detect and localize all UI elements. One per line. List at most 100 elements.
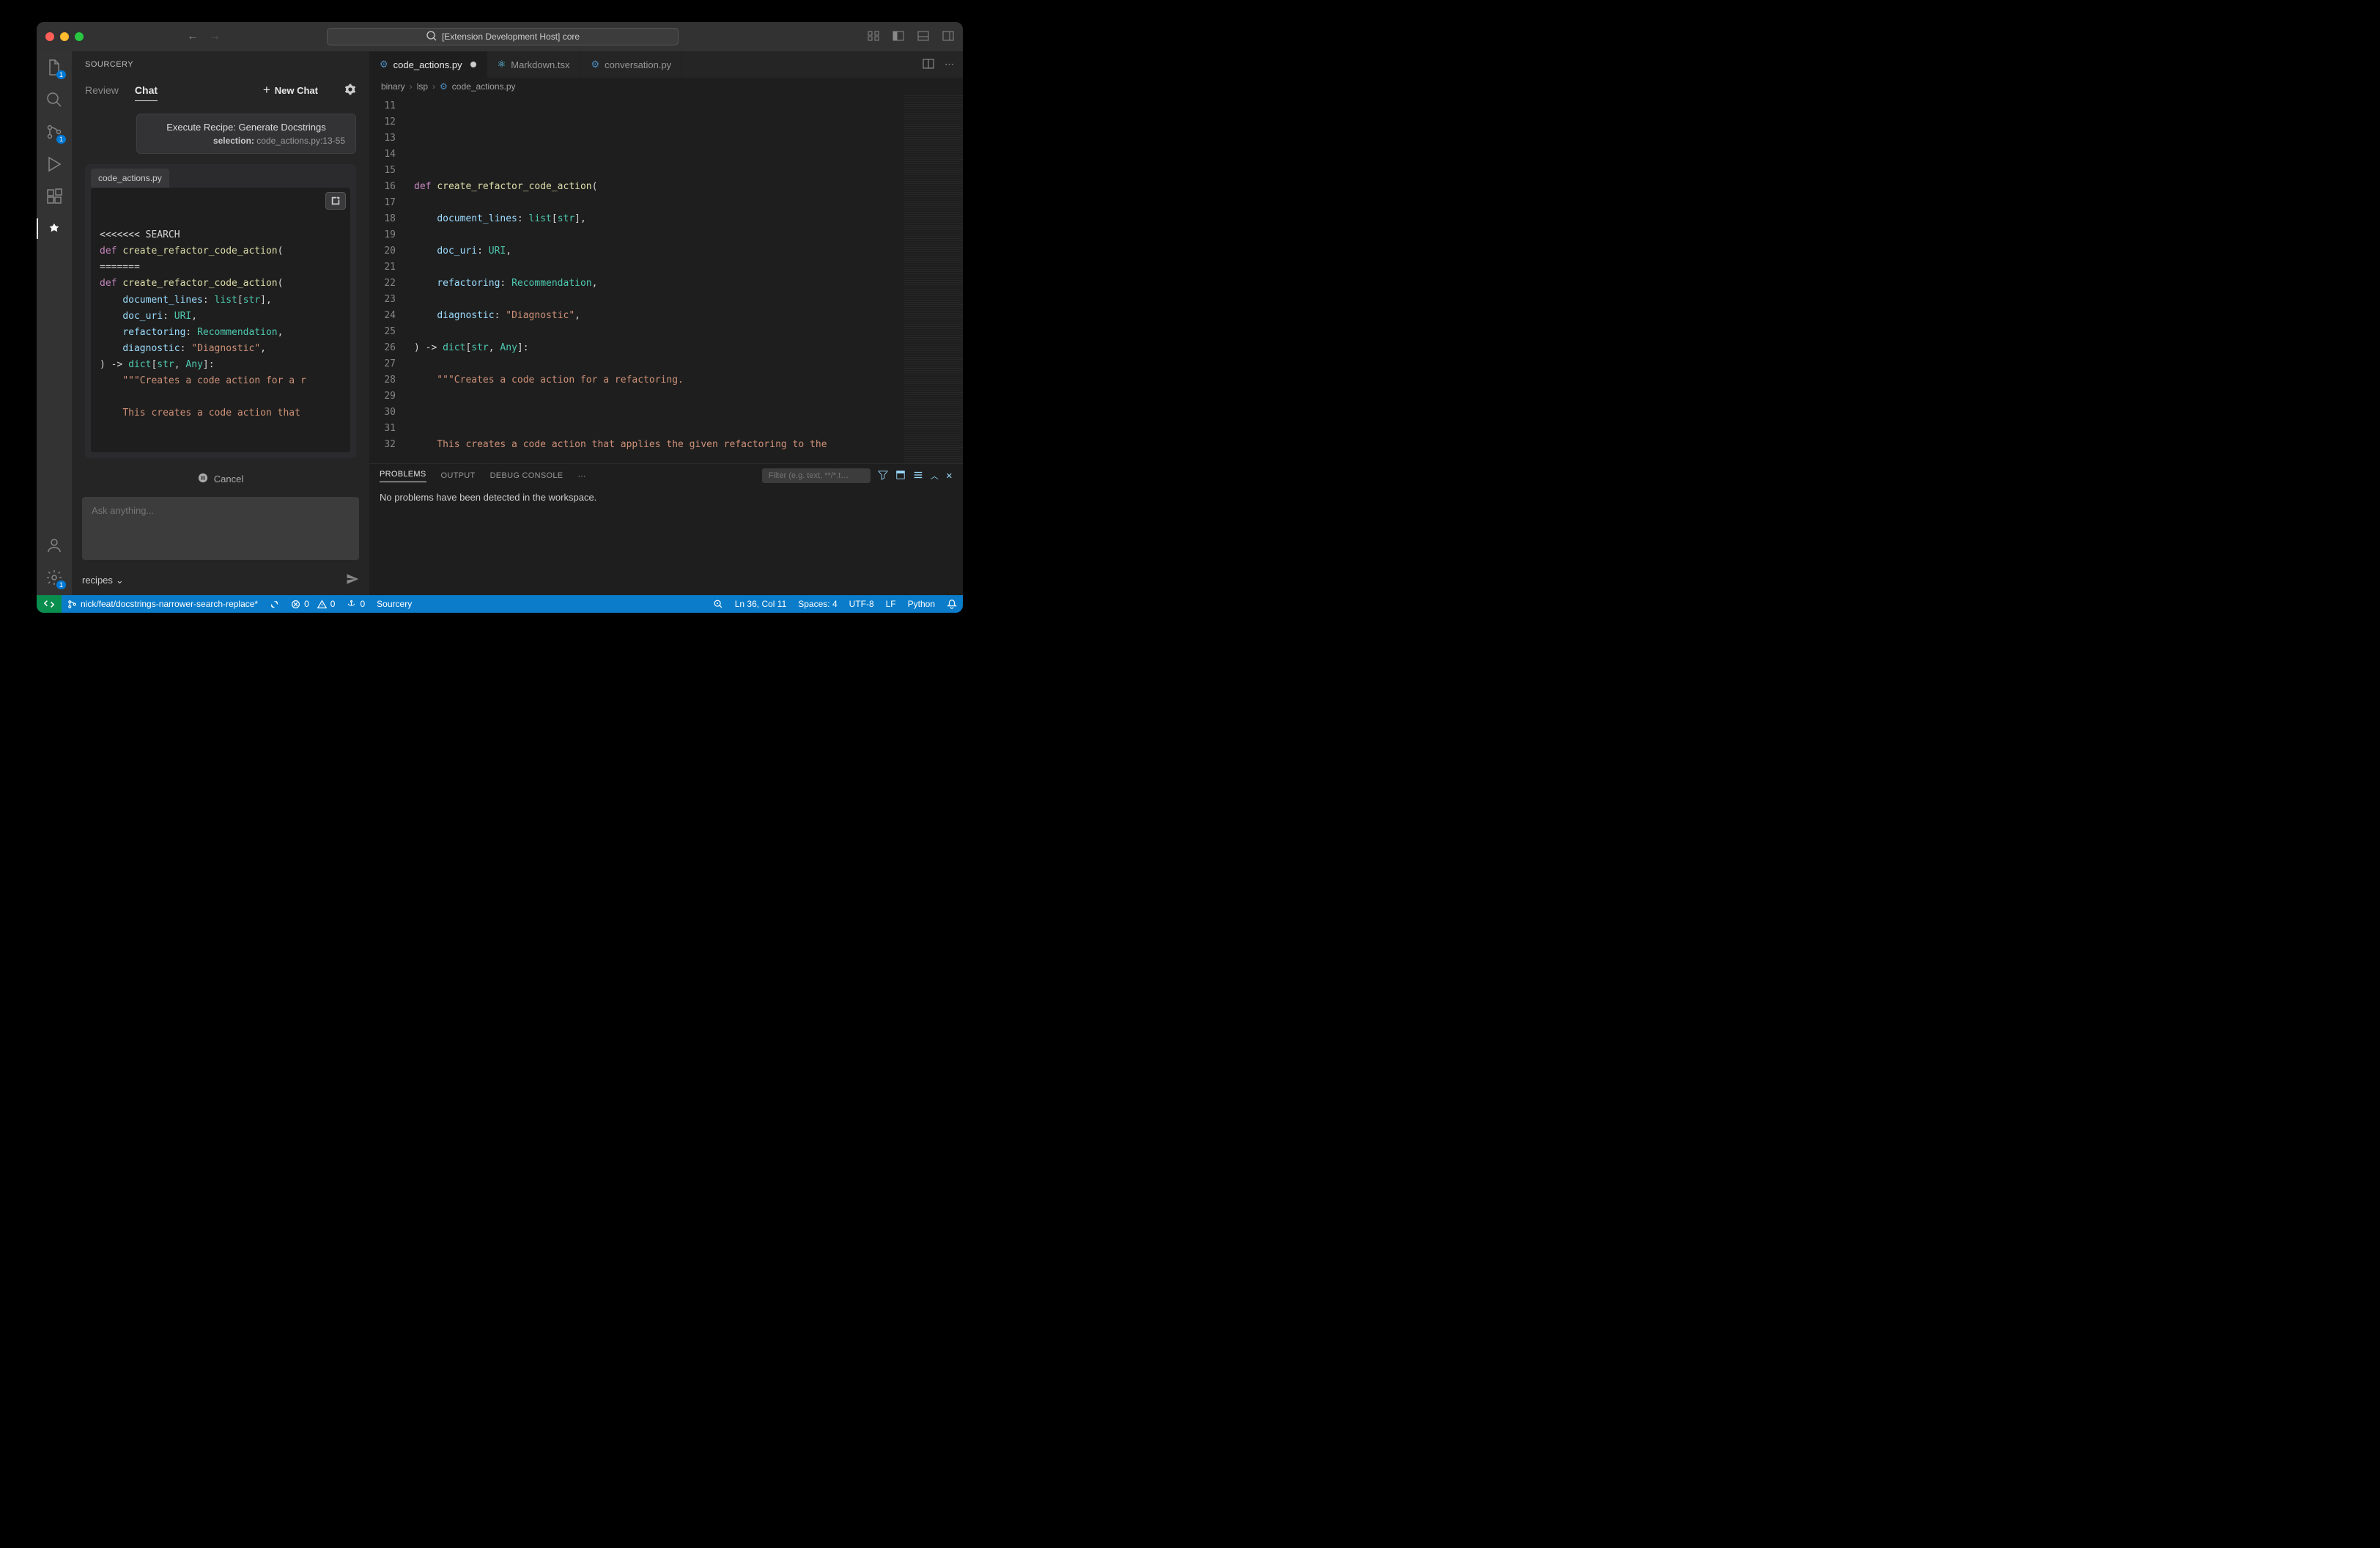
- branch-name: nick/feat/docstrings-narrower-search-rep…: [81, 599, 258, 609]
- nav-back-icon[interactable]: ←: [187, 30, 199, 43]
- status-bar: nick/feat/docstrings-narrower-search-rep…: [37, 595, 963, 613]
- sidebar-panel: SOURCERY Review Chat +New Chat Execute R…: [72, 51, 369, 595]
- scm-icon[interactable]: 1: [45, 123, 63, 141]
- send-icon[interactable]: [346, 572, 359, 588]
- search-activity-icon[interactable]: [45, 91, 63, 108]
- nav-arrows: ← →: [187, 30, 221, 43]
- crumb[interactable]: code_actions.py: [452, 81, 516, 92]
- panel-tab-debug[interactable]: DEBUG CONSOLE: [490, 471, 563, 480]
- breadcrumb[interactable]: binary› lsp› ⚙code_actions.py: [369, 78, 963, 95]
- recipe-message: Execute Recipe: Generate Docstrings sele…: [136, 114, 356, 154]
- zoom-window[interactable]: [75, 32, 84, 41]
- indentation[interactable]: Spaces: 4: [792, 599, 843, 609]
- git-branch[interactable]: nick/feat/docstrings-narrower-search-rep…: [62, 599, 264, 609]
- apply-icon[interactable]: [325, 192, 346, 210]
- window-controls: [45, 32, 84, 41]
- crumb[interactable]: lsp: [417, 81, 428, 92]
- new-chat-button[interactable]: +New Chat: [263, 83, 318, 97]
- tab-review[interactable]: Review: [85, 80, 119, 100]
- code-suggestion: code_actions.py <<<<<<< SEARCH def creat…: [85, 164, 356, 458]
- chat-settings-icon[interactable]: [344, 84, 356, 97]
- panel-tab-problems[interactable]: PROBLEMS: [380, 470, 426, 482]
- sourcery-icon[interactable]: [45, 220, 63, 237]
- nav-forward-icon[interactable]: →: [209, 30, 221, 43]
- python-icon: ⚙: [380, 59, 388, 70]
- sync-icon[interactable]: [264, 600, 285, 609]
- more-icon[interactable]: ⋯: [577, 471, 585, 481]
- language-mode[interactable]: Python: [902, 599, 941, 609]
- discovering-icon[interactable]: [707, 599, 729, 609]
- tab-label: code_actions.py: [393, 59, 462, 70]
- account-icon[interactable]: [45, 537, 63, 554]
- activity-bar: 1 1 1: [37, 51, 72, 595]
- problems-filter-input[interactable]: [762, 468, 871, 483]
- chevron-down-icon: ⌄: [116, 575, 124, 586]
- bottom-panel: PROBLEMS OUTPUT DEBUG CONSOLE ⋯ ︿ ✕ No p…: [369, 463, 963, 595]
- modified-indicator: [470, 62, 476, 67]
- new-chat-label: New Chat: [275, 85, 318, 96]
- minimap[interactable]: [904, 95, 963, 463]
- sidebar-tabs: Review Chat +New Chat: [72, 77, 369, 103]
- tab-chat[interactable]: Chat: [135, 80, 158, 101]
- tab-conversation[interactable]: ⚙ conversation.py: [580, 51, 682, 78]
- errors-warnings[interactable]: 0 0: [285, 599, 341, 609]
- code-block: <<<<<<< SEARCH def create_refactor_code_…: [91, 188, 350, 452]
- minimize-window[interactable]: [60, 32, 69, 41]
- settings-icon[interactable]: 1: [45, 569, 63, 586]
- close-window[interactable]: [45, 32, 54, 41]
- explorer-icon[interactable]: 1: [45, 59, 63, 76]
- python-icon: ⚙: [440, 81, 448, 92]
- toggle-sidebar-icon[interactable]: [892, 30, 904, 44]
- close-panel-icon[interactable]: ✕: [946, 471, 953, 481]
- remote-icon[interactable]: [37, 595, 62, 613]
- vscode-window: ← → [Extension Development Host] core 1 …: [37, 22, 963, 613]
- toggle-secondary-icon[interactable]: [942, 30, 954, 44]
- notifications-icon[interactable]: [941, 599, 963, 609]
- tab-markdown-tsx[interactable]: ⚛ Markdown.tsx: [487, 51, 581, 78]
- code-file-tab: code_actions.py: [91, 169, 169, 188]
- collapse-icon[interactable]: [895, 470, 906, 482]
- problems-message: No problems have been detected in the wo…: [369, 487, 963, 595]
- chat-input-wrap: [82, 497, 359, 562]
- view-as-list-icon[interactable]: [913, 470, 923, 482]
- eol[interactable]: LF: [880, 599, 902, 609]
- layout-customize-icon[interactable]: [868, 30, 879, 44]
- explorer-badge: 1: [56, 70, 66, 79]
- ports[interactable]: 0: [341, 599, 371, 609]
- panel-tabs: PROBLEMS OUTPUT DEBUG CONSOLE ⋯ ︿ ✕: [369, 464, 963, 487]
- titlebar: ← → [Extension Development Host] core: [37, 22, 963, 51]
- split-editor-icon[interactable]: [923, 58, 934, 72]
- filter-icon[interactable]: [878, 470, 888, 482]
- run-debug-icon[interactable]: [45, 155, 63, 173]
- tab-code-actions[interactable]: ⚙ code_actions.py: [369, 51, 487, 78]
- chat-input[interactable]: [82, 497, 359, 560]
- search-icon: [426, 30, 437, 44]
- python-icon: ⚙: [591, 59, 599, 70]
- editor-tabs: ⚙ code_actions.py ⚛ Markdown.tsx ⚙ conversa…: [369, 51, 963, 78]
- pause-icon: [198, 473, 208, 485]
- editor-body[interactable]: 11 12 13 14 15 16 17 18 19 20 21 22 23 2…: [369, 95, 963, 463]
- tab-label: conversation.py: [605, 59, 671, 70]
- crumb[interactable]: binary: [381, 81, 405, 92]
- toggle-panel-icon[interactable]: [917, 30, 929, 44]
- react-icon: ⚛: [498, 59, 506, 70]
- maximize-panel-icon[interactable]: ︿: [931, 470, 939, 482]
- line-gutter: 11 12 13 14 15 16 17 18 19 20 21 22 23 2…: [369, 95, 406, 463]
- recipes-dropdown[interactable]: recipes ⌄: [82, 575, 124, 586]
- scm-badge: 1: [56, 135, 66, 144]
- more-actions-icon[interactable]: ⋯: [945, 59, 954, 70]
- panel-tab-output[interactable]: OUTPUT: [441, 471, 476, 480]
- settings-badge: 1: [56, 580, 66, 589]
- editor-group: ⚙ code_actions.py ⚛ Markdown.tsx ⚙ conversa…: [369, 51, 963, 595]
- cancel-button[interactable]: Cancel: [85, 468, 356, 491]
- encoding[interactable]: UTF-8: [843, 599, 880, 609]
- code-lines[interactable]: def create_refactor_code_action( documen…: [406, 95, 904, 463]
- cursor-position[interactable]: Ln 36, Col 11: [729, 599, 793, 609]
- command-center[interactable]: [Extension Development Host] core: [327, 28, 679, 45]
- recipe-selection: selection: code_actions.py:13-55: [147, 136, 345, 146]
- tab-label: Markdown.tsx: [511, 59, 569, 70]
- cancel-label: Cancel: [214, 473, 243, 484]
- sidebar-title: SOURCERY: [72, 51, 369, 77]
- sourcery-status[interactable]: Sourcery: [371, 599, 418, 609]
- extensions-icon[interactable]: [45, 188, 63, 205]
